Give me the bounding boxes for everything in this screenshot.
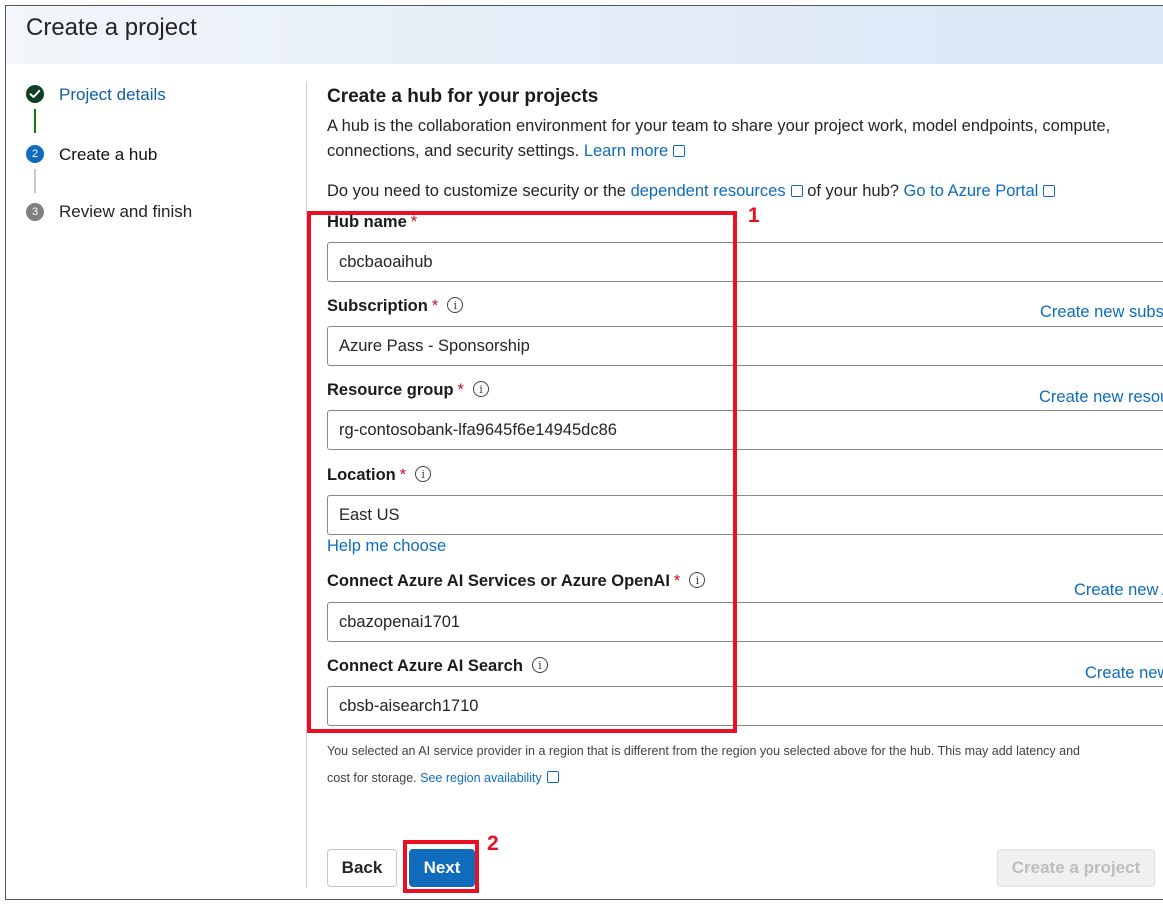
checkmark-icon bbox=[26, 85, 44, 103]
create-new-ai-services-link[interactable]: Create new AI Services bbox=[1074, 581, 1163, 600]
create-project-button: Create a project bbox=[997, 849, 1155, 887]
step-connector bbox=[34, 169, 36, 193]
description-line: connections, and security settings. Lear… bbox=[327, 139, 1110, 164]
step-create-hub: Create a hub bbox=[59, 145, 158, 164]
dependent-resources-link[interactable]: dependent resources bbox=[631, 182, 803, 200]
question-text: of your hub? bbox=[807, 182, 899, 200]
step-number-badge: 2 bbox=[26, 145, 44, 163]
dialog-header: Create a project bbox=[6, 6, 1163, 64]
note-text: cost for storage. bbox=[327, 771, 417, 785]
description-line: A hub is the collaboration environment f… bbox=[327, 117, 1111, 135]
region-availability-link[interactable]: See region availability bbox=[420, 771, 559, 785]
annotation-number-2: 2 bbox=[487, 832, 499, 855]
step-project-details[interactable]: Project details bbox=[59, 85, 166, 105]
step-review-finish: Review and finish bbox=[59, 202, 193, 221]
customize-question: Do you need to customize security or the… bbox=[327, 182, 1056, 201]
open-external-icon bbox=[673, 145, 686, 157]
region-warning-note: You selected an AI service provider in a… bbox=[327, 738, 1080, 792]
azure-portal-link[interactable]: Go to Azure Portal bbox=[904, 182, 1056, 200]
region-availability-label: See region availability bbox=[420, 771, 542, 785]
learn-more-label: Learn more bbox=[583, 142, 669, 160]
azure-portal-label: Go to Azure Portal bbox=[903, 182, 1039, 200]
annotation-box-2 bbox=[403, 840, 479, 893]
section-title: Create a hub for your projects bbox=[327, 86, 599, 107]
open-external-icon bbox=[790, 185, 803, 197]
section-description: A hub is the collaboration environment f… bbox=[327, 114, 1110, 164]
back-button[interactable]: Back bbox=[327, 849, 397, 887]
open-external-icon bbox=[1043, 185, 1056, 197]
create-new-subscription-link[interactable]: Create new subscription bbox=[1040, 303, 1163, 322]
question-text: Do you need to customize security or the bbox=[327, 182, 626, 200]
create-project-dialog: Create a project Project details 2 Creat… bbox=[5, 5, 1163, 900]
create-new-ai-search-link[interactable]: Create new AI Search bbox=[1085, 664, 1163, 683]
annotation-box-1 bbox=[307, 211, 737, 733]
open-external-icon bbox=[546, 771, 559, 783]
annotation-number-1: 1 bbox=[748, 204, 760, 227]
learn-more-link[interactable]: Learn more bbox=[583, 142, 686, 160]
description-text: connections, and security settings. bbox=[327, 142, 580, 160]
create-new-resource-group-link[interactable]: Create new resource group bbox=[1039, 388, 1163, 407]
step-connector-complete bbox=[34, 109, 36, 133]
note-line: cost for storage. See region availabilit… bbox=[327, 765, 1080, 792]
dependent-resources-label: dependent resources bbox=[630, 182, 786, 200]
page-title: Create a project bbox=[26, 14, 197, 41]
step-number-badge: 3 bbox=[26, 203, 44, 221]
note-line: You selected an AI service provider in a… bbox=[327, 744, 1081, 758]
